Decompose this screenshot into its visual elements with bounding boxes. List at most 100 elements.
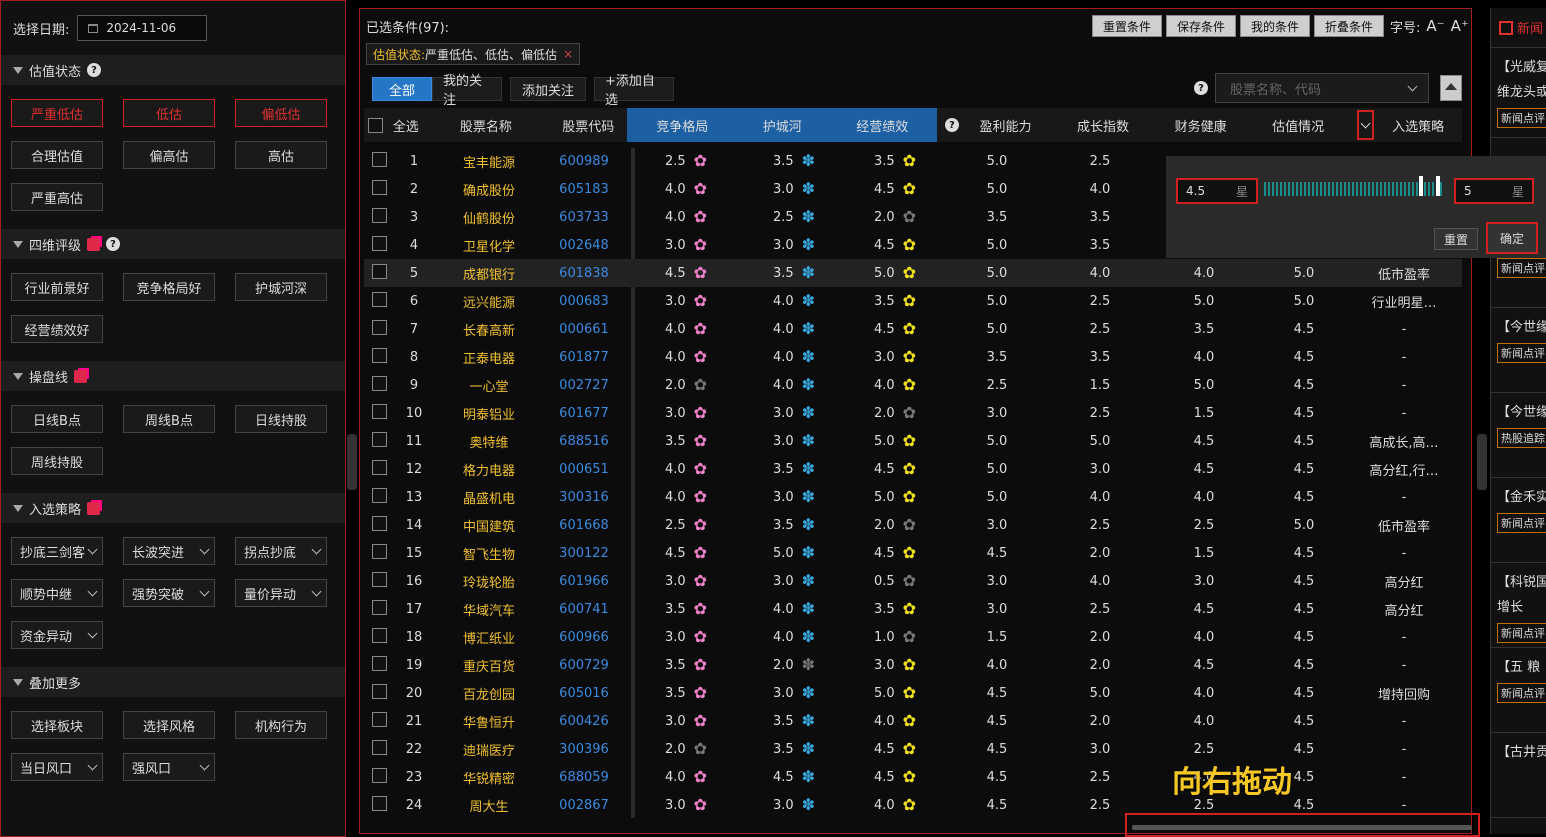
row-select[interactable] [364, 375, 394, 395]
table-row[interactable]: 17 华域汽车 600741 3.5 ✿ 4.0 ✽ 3.5 ✿ 3.0 2.5 4.5 4.5 高分红 [364, 595, 1462, 623]
stock-name[interactable]: 卫星化学 [434, 236, 544, 255]
table-row[interactable]: 8 正泰电器 601877 4.0 ✿ 4.0 ✽ 3.0 ✿ 3.5 3.5 4.0 4.5 - [364, 343, 1462, 371]
filter-button[interactable]: 日线持股 [235, 405, 327, 433]
row-checkbox[interactable] [371, 263, 387, 279]
right-collapse-handle[interactable] [1477, 434, 1487, 490]
news-item[interactable]: 【今世缘 热股追踪 [1491, 393, 1546, 478]
row-checkbox[interactable] [371, 291, 387, 307]
header-help[interactable]: ? [937, 118, 966, 132]
row-checkbox[interactable] [371, 207, 387, 223]
condition-tag[interactable]: 估值状态: 严重低估、低估、偏低估 × [366, 43, 581, 65]
table-row[interactable]: 10 明泰铝业 601677 3.0 ✿ 3.0 ✽ 2.0 ✿ 3.0 2.5 1.5 4.5 - [364, 399, 1462, 427]
row-select[interactable] [364, 263, 394, 283]
stock-name[interactable]: 玲珑轮胎 [434, 572, 544, 591]
filter-button[interactable]: 护城河深 [235, 273, 327, 301]
row-select[interactable] [364, 711, 394, 731]
stock-code[interactable]: 603733 [544, 210, 624, 225]
table-row[interactable]: 6 远兴能源 000683 3.0 ✿ 4.0 ✽ 3.5 ✿ 5.0 2.5 5.0 5.0 行业明星… [364, 287, 1462, 315]
select-all[interactable]: 全选 [364, 116, 423, 135]
filter-button[interactable]: 强势突破 [123, 579, 215, 607]
tab-all[interactable]: 全部 [372, 77, 432, 101]
table-row[interactable]: 21 华鲁恒升 600426 3.0 ✿ 3.5 ✽ 4.0 ✿ 4.5 2.0 4.0 4.5 - [364, 707, 1462, 735]
filter-button[interactable]: 偏低估 [235, 99, 327, 127]
help-icon[interactable]: ? [944, 118, 959, 132]
col-code[interactable]: 股票代码 [549, 116, 627, 135]
stock-name[interactable]: 一心堂 [434, 376, 544, 395]
collapse-button[interactable] [1440, 75, 1462, 101]
row-select[interactable] [364, 179, 394, 199]
row-select[interactable] [364, 151, 394, 171]
col-performance[interactable]: 经营绩效 [827, 116, 937, 135]
stock-code[interactable]: 601668 [544, 518, 624, 533]
filter-button[interactable]: 选择板块 [11, 711, 103, 739]
row-checkbox[interactable] [371, 487, 387, 503]
filter-button[interactable]: 资金异动 [11, 621, 103, 649]
stock-code[interactable]: 300396 [544, 742, 624, 757]
table-row[interactable]: 11 奥特维 688516 3.5 ✿ 3.0 ✽ 5.0 ✿ 5.0 5.0 4.5 4.5 高成长,高… [364, 427, 1462, 455]
stock-code[interactable]: 300122 [544, 546, 624, 561]
row-checkbox[interactable] [371, 347, 387, 363]
stock-name[interactable]: 智飞生物 [434, 544, 544, 563]
section-header[interactable]: 叠加更多 [1, 667, 345, 697]
popup-reset-button[interactable]: 重置 [1434, 228, 1478, 250]
row-checkbox[interactable] [371, 375, 387, 391]
table-row[interactable]: 20 百龙创园 605016 3.5 ✿ 3.0 ✽ 5.0 ✿ 4.5 5.0 4.0 4.5 增持回购 [364, 679, 1462, 707]
row-select[interactable] [364, 459, 394, 479]
stock-code[interactable]: 688516 [544, 434, 624, 449]
stock-name[interactable]: 重庆百货 [434, 656, 544, 675]
news-badge[interactable]: 新闻点评 [1497, 108, 1546, 128]
stock-code[interactable]: 601966 [544, 574, 624, 589]
filter-button[interactable]: 行业前景好 [11, 273, 103, 301]
news-item[interactable]: 【五 粮新闻点评 [1491, 648, 1546, 733]
stock-name[interactable]: 仙鹤股份 [434, 208, 544, 227]
col-moat[interactable]: 护城河 [737, 116, 827, 135]
col-strategy[interactable]: 入选策略 [1374, 116, 1462, 135]
row-checkbox[interactable] [371, 711, 387, 727]
news-item[interactable]: 【科锐国 增长 新闻点评 [1491, 563, 1546, 648]
filter-button[interactable]: 机构行为 [235, 711, 327, 739]
filter-button[interactable]: 经营绩效好 [11, 315, 103, 343]
row-checkbox[interactable] [371, 795, 387, 811]
filter-button[interactable]: 严重高估 [11, 183, 103, 211]
stock-name[interactable]: 华域汽车 [434, 600, 544, 619]
stock-code[interactable]: 002867 [544, 798, 624, 813]
news-badge[interactable]: 新闻点评 [1497, 343, 1546, 363]
row-select[interactable] [364, 347, 394, 367]
col-profit[interactable]: 盈利能力 [967, 116, 1045, 135]
stock-code[interactable]: 600966 [544, 630, 624, 645]
stock-code[interactable]: 002727 [544, 378, 624, 393]
stock-name[interactable]: 格力电器 [434, 460, 544, 479]
section-header[interactable]: 操盘线 [1, 361, 345, 391]
row-checkbox[interactable] [371, 431, 387, 447]
table-row[interactable]: 18 博汇纸业 600966 3.0 ✿ 4.0 ✽ 1.0 ✿ 1.5 2.0 4.0 4.5 - [364, 623, 1462, 651]
row-select[interactable] [364, 795, 394, 815]
table-row[interactable]: 16 玲珑轮胎 601966 3.0 ✿ 3.0 ✽ 0.5 ✿ 3.0 4.0 3.0 4.5 高分红 [364, 567, 1462, 595]
row-checkbox[interactable] [371, 403, 387, 419]
stock-code[interactable]: 600741 [544, 602, 624, 617]
row-select[interactable] [364, 627, 394, 647]
stock-name[interactable]: 奥特维 [434, 432, 544, 451]
stock-code[interactable]: 300316 [544, 490, 624, 505]
table-row[interactable]: 15 智飞生物 300122 4.5 ✿ 5.0 ✽ 4.5 ✿ 4.5 2.0 1.5 4.5 - [364, 539, 1462, 567]
filter-button[interactable]: 竞争格局好 [123, 273, 215, 301]
stock-name[interactable]: 中国建筑 [434, 516, 544, 535]
valuation-filter-toggle[interactable] [1356, 110, 1375, 140]
left-collapse-handle[interactable] [347, 434, 357, 490]
filter-button[interactable]: 严重低估 [11, 99, 103, 127]
news-badge[interactable]: 新闻点评 [1497, 623, 1546, 643]
section-header[interactable]: 入选策略 [1, 493, 345, 523]
table-row[interactable]: 13 晶盛机电 300316 4.0 ✿ 3.0 ✽ 5.0 ✿ 5.0 4.0 4.0 4.5 - [364, 483, 1462, 511]
row-checkbox[interactable] [371, 235, 387, 251]
filter-button[interactable]: 偏高估 [123, 141, 215, 169]
news-badge[interactable]: 新闻点评 [1497, 258, 1546, 278]
col-name[interactable]: 股票名称 [423, 116, 550, 135]
help-icon[interactable]: ? [106, 237, 121, 251]
date-picker[interactable]: 2024-11-06 [77, 15, 208, 41]
table-row[interactable]: 12 格力电器 000651 4.0 ✿ 3.5 ✽ 4.5 ✿ 5.0 3.0 4.5 4.5 高分红,… [364, 455, 1462, 483]
row-select[interactable] [364, 431, 394, 451]
row-select[interactable] [364, 599, 394, 619]
stock-code[interactable]: 601877 [544, 350, 624, 365]
font-decrease-button[interactable]: A⁻ [1426, 17, 1444, 36]
news-tab[interactable]: 新闻 [1491, 8, 1546, 48]
max-star-input[interactable]: 5 星 [1454, 178, 1534, 204]
